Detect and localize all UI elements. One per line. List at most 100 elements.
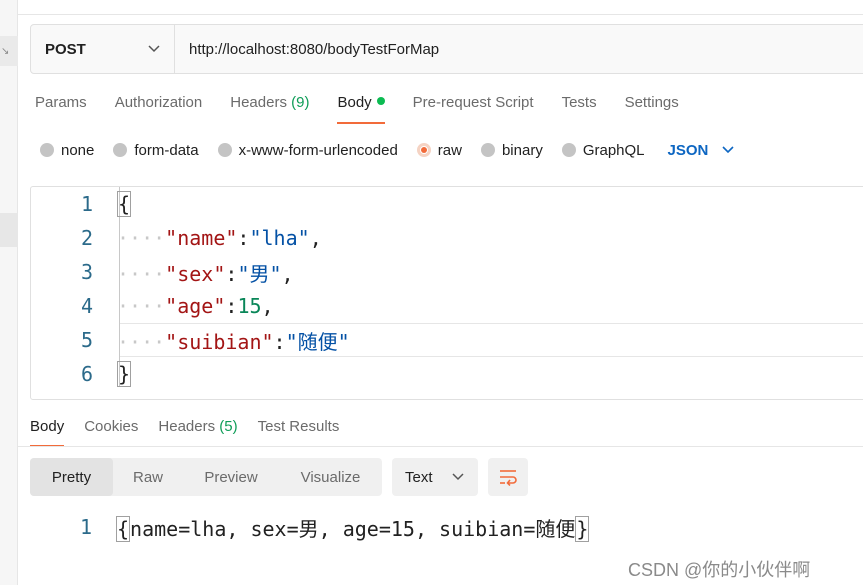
code-text: ····"age":15, [117, 294, 274, 318]
view-preview-button[interactable]: Preview [183, 458, 279, 496]
response-content: name=lha, sex=男, age=15, suibian=随便 [130, 516, 576, 541]
code-text: ····"name":"lha", [117, 226, 322, 250]
json-value: "随便" [285, 329, 350, 354]
json-value: "男" [237, 261, 282, 286]
chevron-down-icon [722, 146, 734, 154]
tab-body[interactable]: Body [337, 94, 385, 124]
json-key: "suibian" [165, 329, 274, 354]
view-mode-group: Pretty Raw Preview Visualize [30, 458, 382, 496]
tab-label: Tests [561, 94, 597, 111]
body-type-radios: none form-data x-www-form-urlencoded raw… [40, 140, 734, 160]
line-number: 3 [80, 260, 93, 284]
json-key: "age" [165, 294, 226, 318]
radio-graphql[interactable]: GraphQL [561, 141, 645, 159]
tab-test-results[interactable]: Test Results [258, 418, 340, 445]
tab-label: Params [35, 94, 87, 111]
line-number: 1 [80, 192, 93, 216]
response-divider [18, 446, 863, 447]
radio-label: raw [437, 141, 462, 159]
url-bar: POST http://localhost:8080/bodyTestForMa… [30, 24, 863, 74]
tab-label: Headers [230, 94, 287, 111]
tab-label: Pre-request Script [412, 94, 534, 111]
line-number: 5 [80, 328, 93, 352]
tab-pre-request-script[interactable]: Pre-request Script [413, 94, 534, 124]
tab-label: Settings [624, 94, 679, 111]
tab-headers[interactable]: Headers (9) [230, 94, 309, 124]
request-body-editor[interactable]: 1 { 2 ····"name":"lha", 3 ····"sex":"男",… [30, 186, 863, 400]
view-pretty-button[interactable]: Pretty [30, 458, 113, 496]
view-raw-button[interactable]: Raw [113, 458, 183, 496]
body-format-select[interactable]: JSON [668, 142, 735, 159]
response-tabs: Body Cookies Headers (5) Test Results [30, 418, 359, 447]
url-input[interactable]: http://localhost:8080/bodyTestForMap [175, 41, 439, 58]
radio-icon [217, 143, 232, 157]
response-format-label: Text [405, 468, 433, 486]
json-key: "name" [165, 226, 238, 250]
tab-count-badge: (9) [291, 94, 310, 111]
chevron-down-icon [452, 473, 464, 481]
chevron-down-icon [148, 45, 160, 53]
radio-binary[interactable]: binary [480, 141, 543, 159]
line-number: 6 [80, 362, 93, 386]
tab-count-badge: (5) [219, 418, 238, 435]
code-line: 5 ····"suibian":"随便" [31, 323, 863, 357]
radio-urlencoded[interactable]: x-www-form-urlencoded [217, 142, 398, 159]
tab-label: Test Results [257, 418, 340, 435]
line-number: 4 [80, 294, 93, 318]
radio-icon [480, 143, 495, 157]
code-line: 2 ····"name":"lha", [31, 221, 863, 255]
tab-label: Authorization [114, 94, 203, 111]
tab-response-body[interactable]: Body [30, 418, 65, 447]
radio-raw[interactable]: raw [416, 141, 462, 159]
top-divider [18, 14, 863, 15]
sidebar-arrow-icon: ↘ [1, 46, 10, 57]
tab-label: Body [337, 94, 372, 111]
tab-label: Body [30, 418, 65, 435]
json-value: 15 [237, 294, 262, 318]
response-text: {name=lha, sex=男, age=15, suibian=随便} [116, 513, 590, 542]
sidebar-strip: ↘ [0, 0, 18, 585]
tab-cookies[interactable]: Cookies [84, 418, 138, 445]
code-text: { [117, 191, 132, 217]
response-format-select[interactable]: Text [392, 458, 478, 496]
radio-form-data[interactable]: form-data [113, 141, 199, 159]
radio-icon [113, 143, 128, 157]
code-line: 1 { [31, 187, 863, 221]
close-brace: } [117, 361, 132, 387]
code-line: 4 ····"age":15, [31, 289, 863, 323]
radio-label: binary [501, 141, 543, 159]
tab-tests[interactable]: Tests [562, 94, 597, 124]
open-brace: { [116, 515, 131, 542]
tab-label: Cookies [84, 418, 139, 435]
method-select[interactable]: POST [31, 25, 175, 73]
open-brace: { [117, 191, 132, 217]
code-line: 6 } [31, 357, 863, 391]
wrap-lines-button[interactable] [488, 458, 528, 496]
sidebar-selected-item[interactable] [0, 213, 18, 247]
view-visualize-button[interactable]: Visualize [279, 458, 382, 496]
method-label: POST [45, 40, 86, 58]
code-text: } [117, 361, 132, 387]
radio-icon [561, 143, 576, 157]
line-number: 1 [79, 515, 92, 539]
tab-response-headers[interactable]: Headers (5) [158, 418, 237, 445]
radio-none[interactable]: none [40, 142, 94, 159]
tab-params[interactable]: Params [35, 94, 87, 124]
wrap-lines-icon [500, 470, 517, 486]
radio-label: form-data [134, 141, 199, 159]
radio-selected-icon [416, 143, 431, 157]
request-tabs: Params Authorization Headers (9) Body Pr… [35, 94, 707, 124]
code-text: ····"sex":"男", [117, 261, 294, 286]
response-body-viewer: 1 {name=lha, sex=男, age=15, suibian=随便} [30, 510, 863, 544]
close-brace: } [575, 515, 590, 542]
line-number: 2 [80, 226, 93, 250]
tab-settings[interactable]: Settings [625, 94, 679, 124]
json-key: "sex" [165, 261, 226, 286]
code-text: ····"suibian":"随便" [117, 329, 350, 354]
tab-authorization[interactable]: Authorization [115, 94, 203, 124]
tab-label: Headers [158, 418, 216, 435]
radio-icon [40, 143, 54, 157]
body-format-label: JSON [667, 141, 709, 159]
radio-label: none [61, 141, 95, 159]
radio-label: GraphQL [582, 141, 645, 159]
